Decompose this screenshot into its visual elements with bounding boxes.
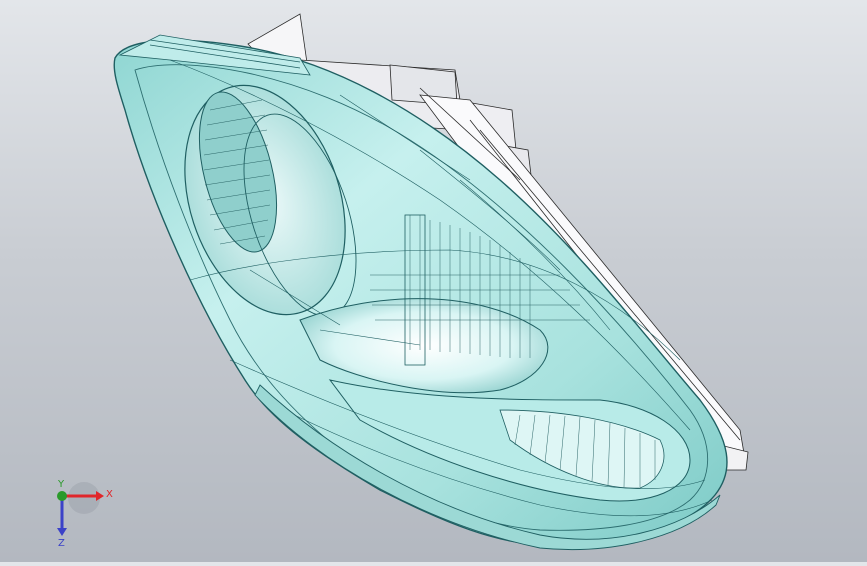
y-axis-icon xyxy=(57,491,67,501)
z-arrow-icon xyxy=(57,528,67,536)
x-arrow-icon xyxy=(96,491,104,501)
orientation-triad: X Y Z xyxy=(46,478,116,549)
headlamp-model[interactable] xyxy=(0,0,867,562)
z-axis-label: Z xyxy=(58,538,65,548)
y-axis-label: Y xyxy=(57,479,65,490)
graphics-viewport[interactable] xyxy=(0,0,867,562)
triad-shadow xyxy=(68,482,100,514)
x-axis-label: X xyxy=(106,489,113,500)
